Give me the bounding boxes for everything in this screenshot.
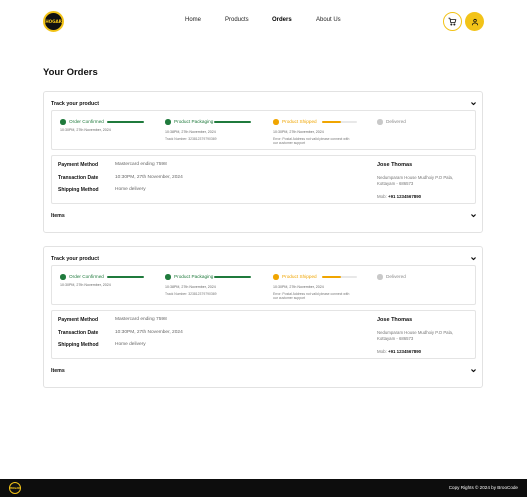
step-label: Delivered [386, 274, 406, 280]
step-detail: Error: Postal Address not valid please c… [273, 291, 350, 300]
address-line: Kottayam - 686573 [377, 336, 414, 342]
step-label: Order Confirmed [69, 119, 104, 125]
step-status-dot [377, 274, 383, 280]
step-connector [107, 276, 144, 278]
step-status-dot [165, 119, 171, 125]
nav-orders[interactable]: Orders [272, 17, 292, 23]
step-status-dot [377, 119, 383, 125]
mobile-number: +91 1234567890 [388, 194, 422, 199]
step-timestamp: 10:30PM, 27th November, 2024 [60, 128, 111, 132]
chevron-down-icon[interactable] [470, 212, 477, 219]
chevron-up-icon[interactable] [470, 255, 477, 262]
step-label: Product Shipped [282, 119, 317, 125]
address-line: Kottayam - 686573 [377, 181, 414, 187]
step-detail: Error: Postal Address not valid please c… [273, 136, 350, 145]
footer: HOGAR Copy Rights © 2024 by BrooCode [0, 479, 527, 497]
shipping-method-label: Shipping Method [58, 187, 99, 193]
transaction-date-value: 10:30PM, 27th November, 2024 [115, 174, 183, 180]
payment-method-value: Mastercard ending 7598 [115, 162, 167, 168]
order-progress-tracker: Order Confirmed 10:30PM, 27th November, 2… [51, 110, 476, 150]
step-label: Product Shipped [282, 274, 317, 280]
step-status-dot [60, 274, 66, 280]
mobile-label: Mob: [377, 349, 387, 354]
chevron-up-icon[interactable] [470, 100, 477, 107]
order-card: Track your product Order Confirmed 10:30PM… [43, 246, 483, 388]
items-toggle-label[interactable]: Items [51, 213, 65, 219]
user-icon [471, 18, 478, 25]
step-status-dot [273, 274, 279, 280]
mobile-label: Mob: [377, 194, 387, 199]
customer-address: Nedumparam House Mudhoiy P.O Pala, Kottay… [377, 175, 453, 187]
payment-method-value: Mastercard ending 7598 [115, 317, 167, 323]
track-product-heading: Track your product [51, 256, 99, 262]
order-details-panel: Payment Method Mastercard ending 7598 Tran… [51, 155, 476, 204]
chevron-down-icon[interactable] [470, 367, 477, 374]
brand-logo[interactable]: HOGAR [43, 11, 64, 32]
order-card: Track your product Order Confirmed 10:30PM… [43, 91, 483, 233]
footer-copyright: Copy Rights © 2024 by BrooCode [448, 485, 518, 490]
footer-logo-text: HOGAR [9, 486, 21, 490]
page-title: Your Orders [43, 67, 98, 78]
transaction-date-label: Transaction Date [58, 174, 99, 181]
customer-name: Jose Thomas [377, 162, 413, 168]
mobile-number: +91 1234567890 [388, 349, 422, 354]
step-timestamp: 10:30PM, 27th November, 2024 [273, 285, 324, 289]
step-connector [322, 121, 342, 123]
step-status-dot [273, 119, 279, 125]
top-navbar: HOGAR Home Products Orders About Us [0, 0, 527, 44]
cart-icon [448, 17, 457, 26]
cart-button[interactable] [443, 12, 462, 31]
step-status-dot [60, 119, 66, 125]
step-detail: Track Number: 323812379790369 [165, 291, 217, 296]
brand-logo-text: HOGAR [45, 19, 62, 24]
step-status-dot [165, 274, 171, 280]
step-timestamp: 10:38PM, 27th November, 2024 [165, 285, 216, 289]
shipping-method-value: Home delivery [115, 187, 146, 193]
order-progress-tracker: Order Confirmed 10:30PM, 27th November, 2… [51, 265, 476, 305]
step-label: Product Packaging [174, 119, 214, 125]
nav-home[interactable]: Home [185, 17, 201, 23]
payment-method-label: Payment Method [58, 317, 99, 323]
customer-mobile: Mob: +91 1234567890 [377, 194, 421, 199]
transaction-date-label: Transaction Date [58, 329, 99, 336]
shipping-method-label: Shipping Method [58, 342, 99, 348]
items-toggle-label[interactable]: Items [51, 368, 65, 374]
user-account-button[interactable] [465, 12, 484, 31]
step-connector [107, 121, 144, 123]
transaction-date-value: 10:30PM, 27th November, 2024 [115, 329, 183, 335]
step-label: Product Packaging [174, 274, 214, 280]
nav-products[interactable]: Products [225, 17, 249, 23]
nav-about-us[interactable]: About Us [316, 17, 341, 23]
step-timestamp: 10:30PM, 27th November, 2024 [60, 283, 111, 287]
shipping-method-value: Home delivery [115, 342, 146, 348]
step-connector [214, 121, 251, 123]
payment-method-label: Payment Method [58, 162, 99, 168]
customer-name: Jose Thomas [377, 317, 413, 323]
step-timestamp: 10:30PM, 27th November, 2024 [273, 130, 324, 134]
step-detail: Track Number: 323812379790369 [165, 136, 217, 141]
step-timestamp: 10:38PM, 27th November, 2024 [165, 130, 216, 134]
step-connector [322, 276, 342, 278]
step-connector [214, 276, 251, 278]
step-label: Delivered [386, 119, 406, 125]
customer-mobile: Mob: +91 1234567890 [377, 349, 421, 354]
customer-address: Nedumparam House Mudhoiy P.O Pala, Kottay… [377, 330, 453, 342]
footer-logo[interactable]: HOGAR [9, 482, 21, 494]
track-product-heading: Track your product [51, 101, 99, 107]
order-details-panel: Payment Method Mastercard ending 7598 Tran… [51, 310, 476, 359]
step-label: Order Confirmed [69, 274, 104, 280]
